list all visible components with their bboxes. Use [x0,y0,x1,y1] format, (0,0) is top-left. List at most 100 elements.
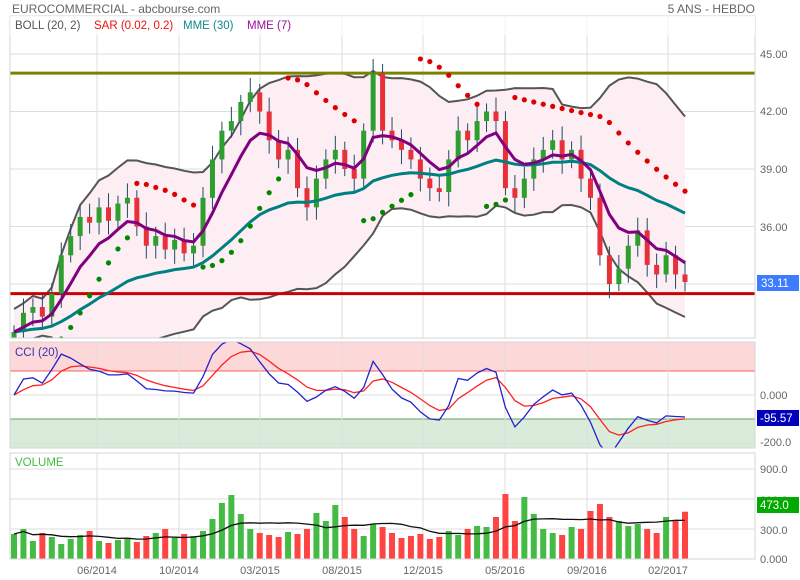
sar-dot [294,77,301,83]
volume-bar [48,537,55,559]
volume-bar [663,517,670,559]
volume-bar [606,517,613,559]
volume-bar [152,533,159,559]
candle-body [587,178,593,198]
sar-dot [172,191,178,197]
volume-last-value: 473.0 [760,500,789,512]
volume-bar [96,541,103,559]
sar-dot [238,238,244,244]
sar-dot [361,218,367,224]
volume-bar [190,536,197,559]
candle-body [436,188,442,193]
legend-mme30[interactable]: MME (30) [183,20,234,32]
volume-bar [171,538,178,559]
volume-bar [39,533,46,559]
volume-bar [578,529,585,559]
sar-dot [105,260,112,266]
sar-dot [578,109,584,116]
cci-title: CCI (20) [15,347,59,359]
cci-overbought-zone [10,342,755,371]
candle-body [427,178,433,189]
candle-body [625,245,631,269]
sar-dot [77,310,83,316]
volume-bar [256,533,263,559]
candle-body [474,121,480,141]
sar-dot [323,97,329,104]
sar-dot [247,223,253,229]
sar-dot [568,107,575,114]
volume-bar [549,533,556,559]
sar-dot [351,118,357,124]
candle-body [682,274,688,282]
candle-body [124,197,130,204]
sar-dot [370,216,376,222]
sar-dot [672,181,679,187]
candle-body [380,73,386,131]
sar-dot [587,111,594,118]
volume-bar [559,535,566,559]
candle-body [654,264,660,275]
volume-bar [124,539,131,559]
volume-bar [294,534,301,559]
period-label[interactable]: 5 ANS - HEBDO [668,2,755,16]
sar-dot [654,166,660,172]
candle-body [77,216,83,237]
price-tick: 36.00 [760,222,788,234]
sar-dot [408,192,414,198]
cci-last-value: -95.57 [760,413,793,425]
candle-body [39,307,45,317]
volume-bar [332,505,339,559]
sar-dot [502,197,509,203]
sar-dot [332,105,338,111]
volume-bar [266,535,273,559]
sar-dot [625,140,631,146]
sar-dot [474,101,480,107]
candle-body [30,307,36,313]
candle-body [96,207,102,223]
sar-dot [257,205,263,211]
volume-bar [77,535,84,559]
candle-body [11,331,17,338]
volume-bar [596,504,603,559]
candle-body [512,188,518,198]
volume-bar [644,529,651,559]
volume-bar [407,536,414,559]
candle-body [550,140,556,150]
x-axis-label: 03/2015 [240,565,280,577]
sar-dot [521,97,527,103]
legend-boll[interactable]: BOLL (20, 2) [15,20,81,32]
candle-body [238,101,244,122]
volume-bar [436,537,443,559]
volume-tick: 300.0 [760,525,788,537]
volume-title: VOLUME [15,457,64,469]
sar-dot [663,174,669,180]
candle-body [200,197,206,246]
candle-body [247,92,253,102]
sar-dot [597,113,603,120]
sar-dot [124,235,131,241]
candle-body [408,149,414,160]
sar-dot [446,72,452,78]
x-axis-label: 12/2015 [403,565,443,577]
sar-dot [134,180,140,186]
cci-value-badge: -95.57 [757,410,799,426]
candle-body [285,149,291,160]
volume-bar [511,521,518,559]
sar-dot [531,99,537,105]
sar-dot [550,103,556,109]
candle-body [597,197,603,256]
volume-bar [29,541,36,559]
legend-sar[interactable]: SAR (0.02, 0.2) [94,20,173,32]
volume-bar [105,543,112,559]
sar-dot [68,324,74,331]
sar-dot [540,101,546,107]
sar-dot [58,336,64,338]
sar-dot [682,188,688,194]
legend-mme7[interactable]: MME (7) [247,20,291,32]
volume-bar [341,517,348,559]
volume-bar [133,542,140,559]
volume-bar [492,517,499,559]
stock-chart: EUROCOMMERCIAL - abcbourse.com 5 ANS - H… [9,2,799,577]
volume-bar [530,514,537,559]
sar-dot [219,258,225,264]
